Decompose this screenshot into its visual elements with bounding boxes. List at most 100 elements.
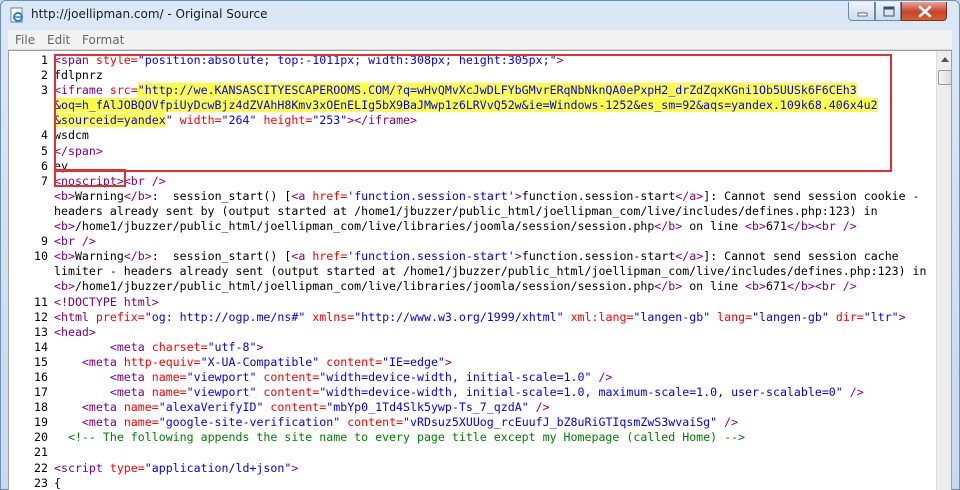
code-token: <script [54,460,110,475]
code-token: /> [849,385,864,400]
code-token: <b> [54,188,75,203]
code-token: name= [151,369,187,384]
line-number: 14 [34,339,48,354]
code-token: <html [54,309,96,324]
menu-edit[interactable]: Edit [47,33,70,47]
code-token: name= [151,385,187,400]
line-number: 3 [41,83,48,98]
code-token: <a [291,249,313,264]
code-token: http-equiv= [123,354,201,369]
code-token: href= [312,188,348,203]
code-line: 18 <meta name="alexaVerifyID" content="m… [9,400,936,415]
code-token: > [291,460,299,475]
code-token: 'function.session-start' [347,188,515,203]
line-number: 5 [41,143,48,158]
code-token: "alexaVerifyID" [158,400,271,415]
code-line: 10 <b>Warning</b>: session_start() [<a hr… [9,249,936,264]
menu-bar: File Edit Format [8,30,952,50]
line-number: 2 [41,68,48,83]
code-token: prefix= [95,309,145,324]
close-icon [918,5,932,18]
line-code: <b>/home1/jbuzzer/public_html/joellipman… [54,279,857,294]
code-token: height= [263,113,313,128]
line-number: 7 [41,173,48,188]
code-line: 19 <meta name="google-site-verification"… [9,415,936,430]
code-line: 9 <br /> [9,234,936,249]
code-line: <b>Warning</b>: session_start() [<a href… [9,189,936,204]
code-token: "viewport" [186,369,264,384]
code-token: > [514,249,522,264]
line-code: limiter - headers already sent (output s… [54,264,927,279]
scrollbar-thumb[interactable] [938,70,951,85]
maximize-button[interactable] [875,2,901,21]
code-token: <b> [54,219,75,234]
code-token: <a [291,188,313,203]
line-code: fdlpnrz [54,68,103,83]
menu-file[interactable]: File [15,33,35,47]
line-number: 21 [34,445,48,460]
code-token: "utf-8" [207,339,257,354]
code-token: > [514,188,522,203]
code-token: </b> [123,188,152,203]
line-code: <!-- The following appends the site name… [54,430,745,445]
code-token: style= [95,53,138,67]
code-line: 14 <meta charset="utf-8"> [9,340,936,355]
code-token: function.session-start [521,249,676,264]
line-code: <iframe src="http://we.KANSASCITYESCAPER… [54,83,857,98]
line-number: 23 [34,475,48,490]
code-lines: 1 <span style="position:absolute; top:-10… [9,53,936,490]
code-token: "ltr" [863,309,899,324]
line-code: </span> [54,144,103,159]
title-bar[interactable]: http://joellipman.com/ - Original Source [1,1,959,30]
code-line: &oq=h_fAlJOBQOVfpiUyDcwBjz4dZVAhH8Kmv3xO… [9,98,936,113]
code-token: > [444,354,452,369]
vertical-scrollbar[interactable] [936,51,952,490]
line-code: <b>/home1/jbuzzer/public_html/joellipman… [54,219,857,234]
code-line: 22 <script type="application/ld+json"> [9,461,936,476]
code-token: "mbYp0_1Td4Slk5ywp-Ts_7_qzdA" [326,400,536,415]
line-code: <meta name="google-site-verification" co… [54,415,738,430]
code-token: "http://www.w3.org/1999/xhtml" [354,309,571,324]
code-line: 1 <span style="position:absolute; top:-10… [9,53,936,68]
line-number: 9 [41,234,48,249]
source-code-view[interactable]: 1 <span style="position:absolute; top:-10… [8,50,952,490]
code-token: ></iframe> [347,113,418,128]
minimize-button[interactable] [848,2,875,21]
code-token: "application/ld+json" [144,460,292,475]
code-token: Warning [74,188,124,203]
scroll-up-arrow-icon[interactable] [937,51,952,68]
code-token: <!-- The following appends the site name… [67,430,746,445]
code-token: </b><br /> [786,219,857,234]
code-token: " [165,113,180,128]
code-token: <b> [745,219,766,234]
code-token: "position:absolute; top:-1011px; width:3… [137,53,557,67]
line-number: 16 [34,369,48,384]
code-token: type= [109,460,145,475]
menu-format[interactable]: Format [82,33,124,47]
line-code: <!DOCTYPE html> [54,295,159,310]
code-token: lang= [717,309,753,324]
code-token: content= [347,415,404,430]
code-token: /home1/jbuzzer/public_html/joellipman_co… [74,279,655,294]
code-line: 7 <noscript><br /> [9,174,936,189]
code-line: 12 <html prefix="og: http://ogp.me/ns#" x… [9,310,936,325]
code-line: 17 <meta name="viewport" content="width=… [9,385,936,400]
code-token: href= [312,249,348,264]
line-number: 15 [34,354,48,369]
code-token: "http://we.KANSASCITYESCAPEROOMS.COM/?q=… [137,83,857,98]
code-token: &oq=h_fAlJOBQOVfpiUyDcwBjz4dZVAhH8Kmv3xO… [54,98,878,113]
code-token: width= [179,113,222,128]
ie-document-icon [10,7,23,23]
close-button[interactable] [901,2,947,21]
line-code: ey [54,159,68,174]
code-token: content= [270,400,327,415]
code-token: </span> [54,143,103,158]
code-token: <meta [81,354,124,369]
code-token: "X-UA-Compatible" [200,354,327,369]
code-token: &sourceid=yandex [54,113,166,128]
code-token: "IE=edge" [382,354,445,369]
